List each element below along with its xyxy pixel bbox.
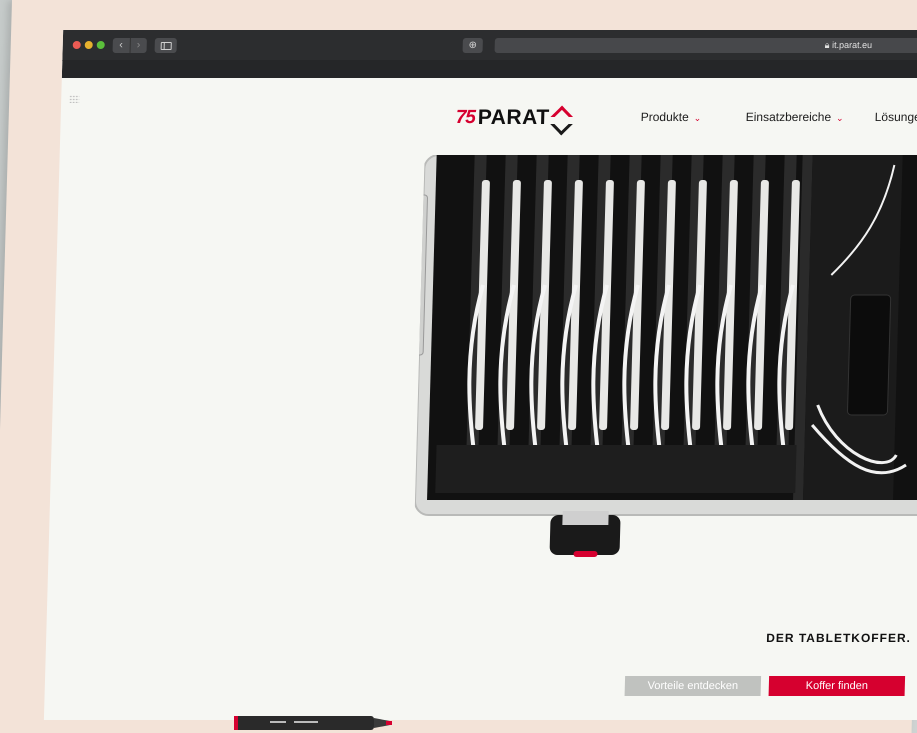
logo-wordmark: PARAT <box>477 106 550 129</box>
logo-years: 75 <box>455 107 476 128</box>
address-bar[interactable]: 🔒︎ it.parat.eu <box>494 38 917 53</box>
chevron-down-icon: ⌄ <box>693 113 702 123</box>
hero-image-tablet-case <box>412 155 917 575</box>
tablet-case-illustration <box>412 155 917 557</box>
history-nav: ‹ › <box>112 38 147 53</box>
find-case-button[interactable]: Koffer finden <box>768 676 906 696</box>
address-text: 🔒︎ it.parat.eu <box>825 38 873 53</box>
nav-label: Einsatzbereiche <box>745 110 832 124</box>
monitor-frame: ‹ › ⊕ 🔒︎ it.parat.eu 75 PARAT Produkte ⌄ <box>0 0 917 733</box>
maximize-window-button[interactable] <box>96 41 105 49</box>
chevron-left-icon[interactable]: ‹ <box>113 38 130 53</box>
hero-tagline: DER TABLETKOFFER. <box>765 631 912 645</box>
favorites-bar <box>61 60 917 103</box>
marker-pen <box>234 716 392 730</box>
nav-label: Produkte <box>640 110 689 124</box>
parat-logo[interactable]: 75 PARAT <box>455 106 570 130</box>
minimize-window-button[interactable] <box>84 41 93 49</box>
chevron-down-icon: ⌄ <box>835 113 844 123</box>
nav-item-produkte[interactable]: Produkte ⌄ <box>641 110 702 124</box>
browser-titlebar: ‹ › ⊕ 🔒︎ it.parat.eu <box>62 30 917 61</box>
nav-item-loesungen[interactable]: Lösungen <box>875 110 917 124</box>
nav-label: Lösungen <box>874 110 917 124</box>
nav-item-einsatzbereiche[interactable]: Einsatzbereiche ⌄ <box>746 110 844 124</box>
sidebar-toggle-button[interactable] <box>154 38 177 53</box>
sidebar-icon <box>160 42 172 50</box>
logo-mark-icon <box>551 108 570 128</box>
globe-icon[interactable]: ⊕ <box>462 38 483 53</box>
discover-benefits-button[interactable]: Vorteile entdecken <box>624 676 762 696</box>
browser-window: ‹ › ⊕ 🔒︎ it.parat.eu 75 PARAT Produkte ⌄ <box>43 30 917 720</box>
url-text: it.parat.eu <box>831 40 873 50</box>
close-window-button[interactable] <box>72 41 81 49</box>
chevron-right-icon[interactable]: › <box>129 38 147 53</box>
site-header: 75 PARAT Produkte ⌄ Einsatzbereiche ⌄ Lösu… <box>60 78 917 158</box>
